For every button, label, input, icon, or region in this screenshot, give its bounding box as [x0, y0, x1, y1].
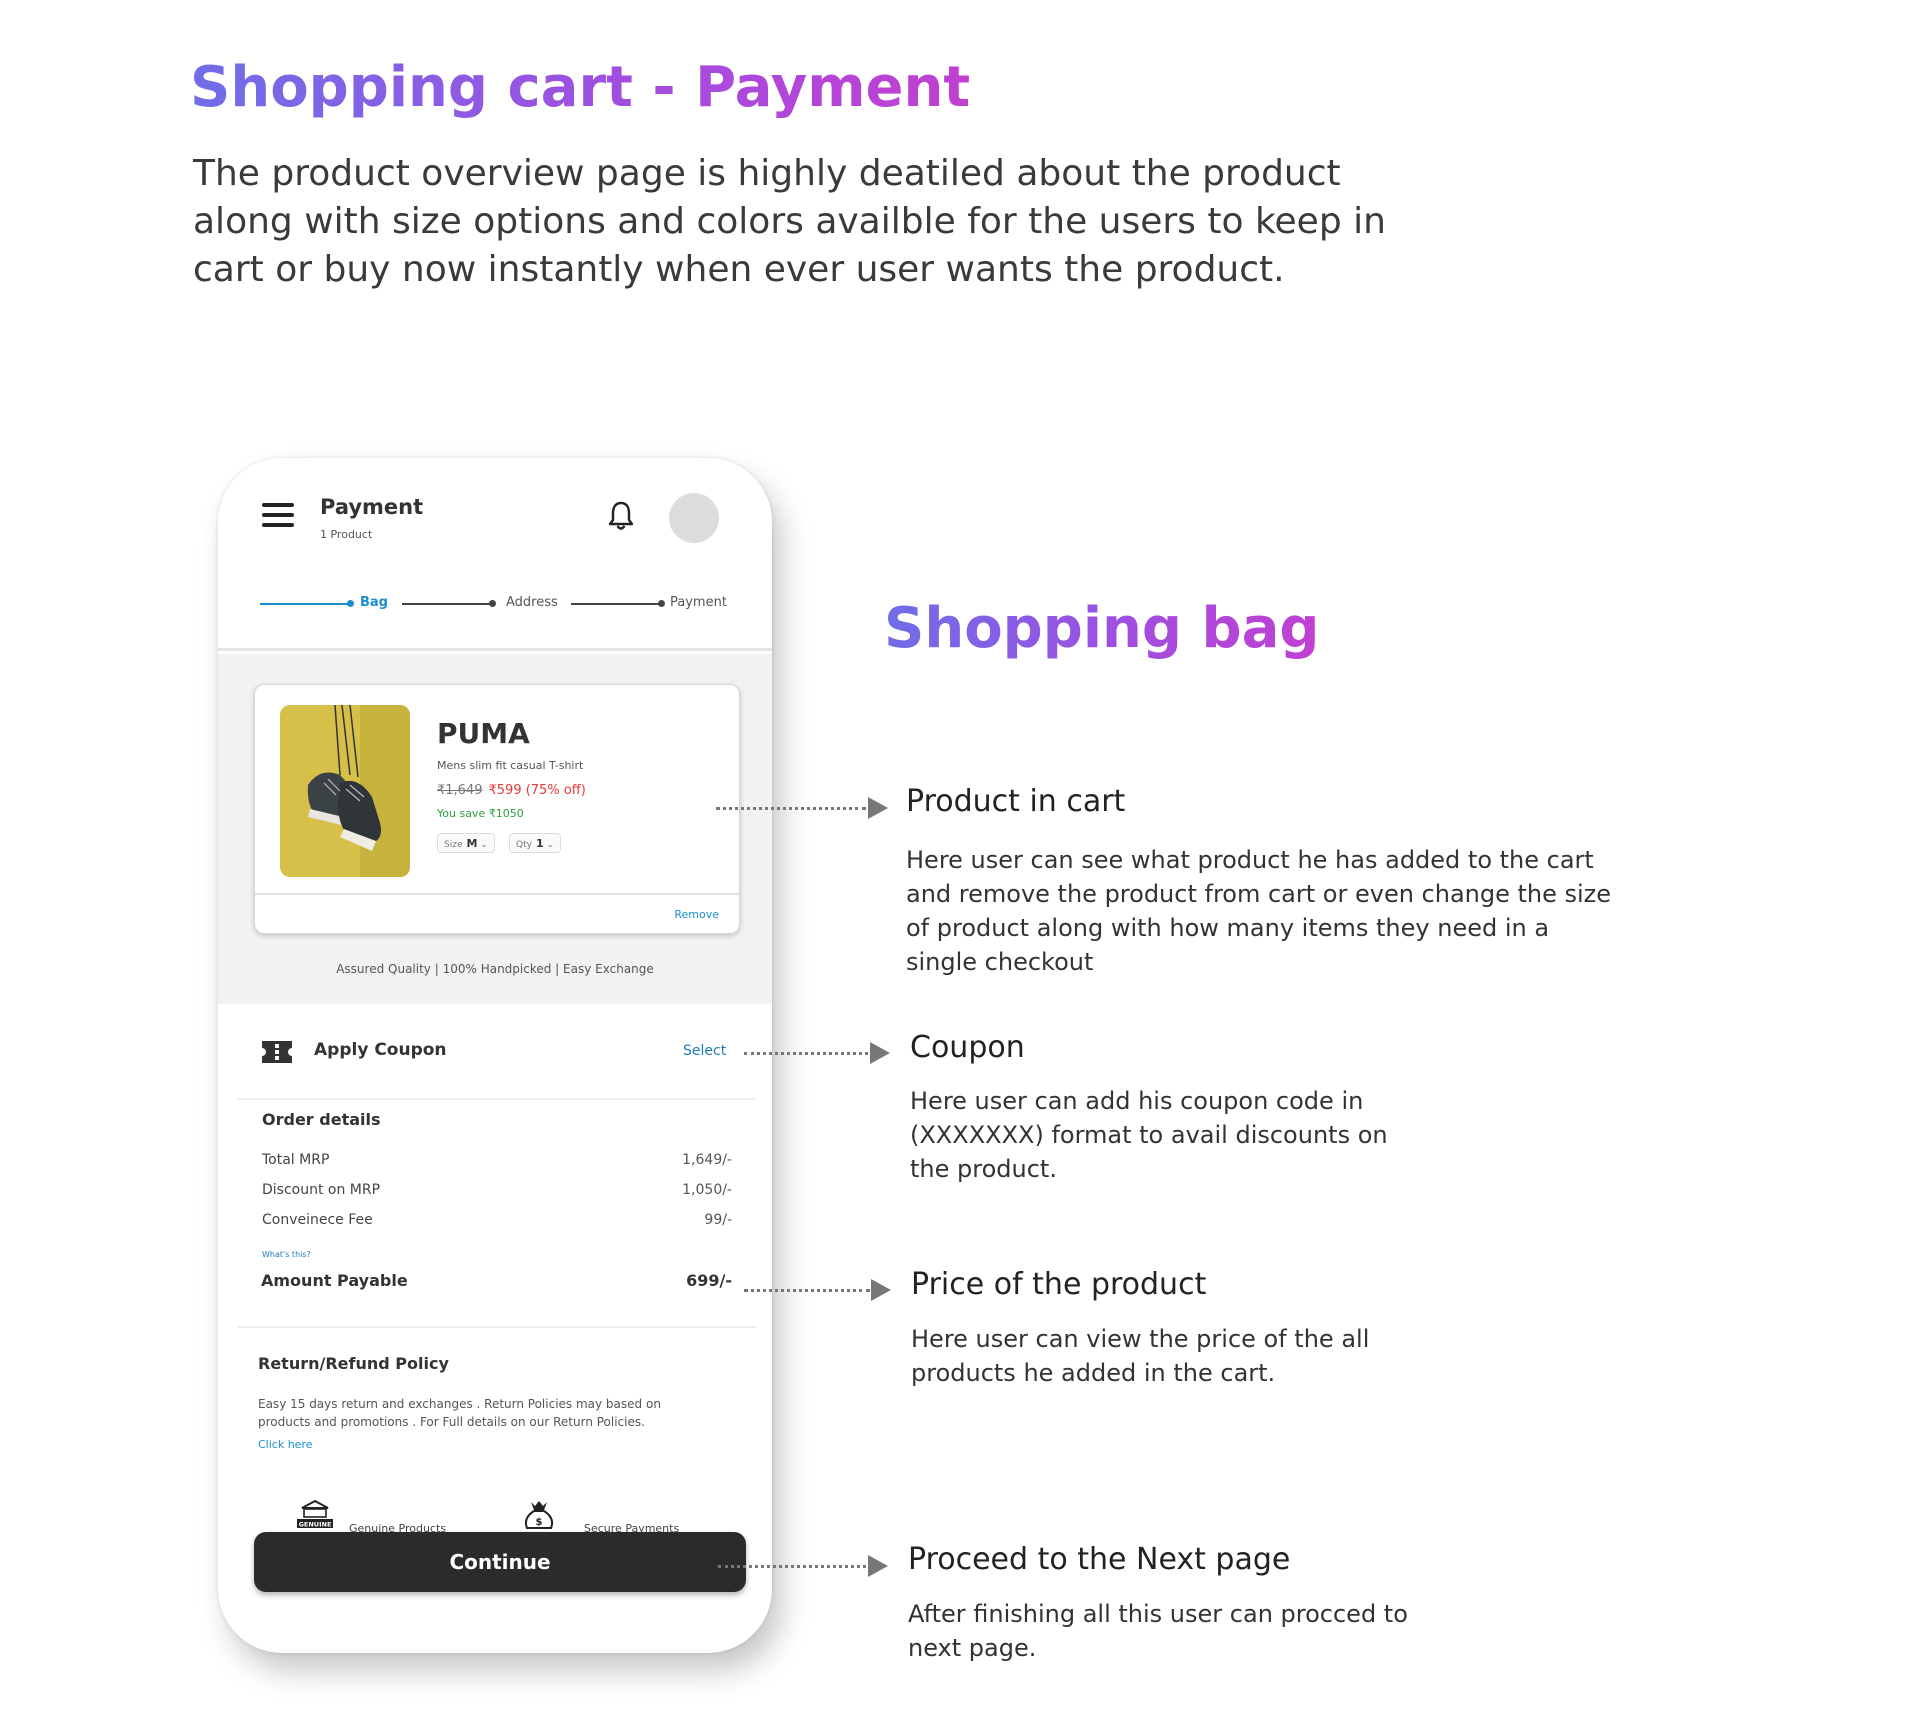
annotation-body-price: Here user can view the price of the all …	[911, 1325, 1370, 1387]
connector-line	[716, 807, 866, 810]
product-brand: PUMA	[437, 717, 530, 750]
arrow-icon	[868, 1555, 888, 1577]
continue-button[interactable]: Continue	[254, 1532, 746, 1592]
step-bag[interactable]: Bag	[360, 595, 388, 610]
annotation-title-product: Product in cart	[906, 784, 1126, 819]
qty-label: Qty	[516, 840, 532, 850]
order-details-title: Order details	[262, 1110, 381, 1129]
bell-icon[interactable]	[607, 500, 635, 532]
connector-line	[718, 1565, 866, 1568]
annotation-title-coupon: Coupon	[910, 1030, 1025, 1065]
stepper-dot-address	[489, 600, 496, 607]
step-payment[interactable]: Payment	[670, 595, 727, 610]
arrow-icon	[870, 1042, 890, 1064]
arrow-icon	[871, 1279, 891, 1301]
coupon-select-link[interactable]: Select	[683, 1043, 726, 1059]
product-image	[280, 705, 410, 877]
intro-paragraph: The product overview page is highly deat…	[193, 153, 1386, 290]
size-value: M	[466, 837, 478, 850]
policy-text: Easy 15 days return and exchanges . Retu…	[258, 1397, 661, 1429]
checkout-stepper: Bag Address Payment	[260, 594, 740, 614]
money-bag-icon: $	[524, 1501, 554, 1529]
stepper-line-address	[402, 603, 492, 605]
product-name: Mens slim fit casual T-shirt	[437, 759, 584, 772]
amount-payable-row: Amount Payable 699/-	[261, 1271, 732, 1290]
policy-title: Return/Refund Policy	[258, 1354, 449, 1373]
whats-this-link[interactable]: What's this?	[262, 1250, 311, 1259]
assurance-text: Assured Quality | 100% Handpicked | Easy…	[336, 962, 654, 976]
remove-button[interactable]: Remove	[674, 908, 719, 921]
section-title: Shopping bag	[884, 596, 1320, 661]
order-row-label: Discount on MRP	[262, 1182, 381, 1198]
order-row-label: Total MRP	[262, 1152, 330, 1168]
size-select[interactable]: Size M ⌄	[437, 833, 495, 853]
order-row-total-mrp: Total MRP 1,649/-	[262, 1152, 732, 1168]
genuine-badge-text: GENUINE	[299, 1521, 332, 1529]
policy-link[interactable]: Click here	[258, 1438, 313, 1451]
price-row: ₹1,649 ₹599 (75% off)	[437, 783, 586, 798]
genuine-badge-icon: GENUINE	[297, 1499, 333, 1529]
step-address[interactable]: Address	[506, 595, 558, 610]
divider	[238, 1098, 756, 1100]
savings-text: You save ₹1050	[437, 807, 524, 820]
price-discounted: ₹599 (75% off)	[488, 783, 586, 798]
annotation-body-proceed: After finishing all this user can procce…	[908, 1600, 1408, 1662]
card-divider	[255, 893, 739, 895]
order-row-label: Conveinece Fee	[262, 1212, 373, 1228]
amount-payable-label: Amount Payable	[261, 1271, 408, 1290]
annotation-body-product: Here user can see what product he has ad…	[906, 846, 1612, 976]
phone-mockup: Payment 1 Product Bag Address Payment PU…	[218, 458, 772, 1653]
qty-select[interactable]: Qty 1 ⌄	[509, 833, 562, 853]
size-label: Size	[444, 840, 463, 850]
avatar[interactable]	[669, 493, 719, 543]
coupon-icon	[262, 1041, 292, 1063]
arrow-icon	[868, 797, 888, 819]
stepper-dot-bag	[347, 600, 354, 607]
connector-line	[744, 1052, 868, 1055]
annotation-title-price: Price of the product	[911, 1267, 1207, 1302]
menu-icon[interactable]	[262, 503, 294, 527]
chevron-down-icon: ⌄	[543, 840, 555, 850]
amount-payable-value: 699/-	[686, 1271, 732, 1290]
order-row-value: 1,649/-	[682, 1152, 732, 1168]
product-card: PUMA Mens slim fit casual T-shirt ₹1,649…	[254, 684, 740, 934]
divider	[238, 1326, 756, 1328]
price-original: ₹1,649	[437, 783, 483, 798]
connector-line	[744, 1289, 870, 1292]
header-subtitle: 1 Product	[320, 528, 373, 541]
order-row-discount: Discount on MRP 1,050/-	[262, 1182, 732, 1198]
order-row-value: 99/-	[704, 1212, 732, 1228]
header-title: Payment	[320, 495, 424, 519]
annotation-title-proceed: Proceed to the Next page	[908, 1542, 1291, 1577]
chevron-down-icon: ⌄	[477, 840, 488, 850]
page-title: Shopping cart - Payment	[190, 55, 971, 120]
apply-coupon-label: Apply Coupon	[314, 1040, 447, 1060]
qty-value: 1	[535, 837, 544, 850]
stepper-dot-payment	[658, 600, 665, 607]
order-row-value: 1,050/-	[682, 1182, 732, 1198]
svg-text:$: $	[536, 1517, 543, 1528]
annotation-body-coupon: Here user can add his coupon code in (XX…	[910, 1087, 1388, 1183]
stepper-line-payment	[571, 603, 661, 605]
stepper-line-bag	[260, 603, 350, 605]
app-header: Payment 1 Product Bag Address Payment	[218, 458, 772, 651]
cart-section: PUMA Mens slim fit casual T-shirt ₹1,649…	[218, 654, 772, 1004]
order-row-fee: Conveinece Fee 99/-	[262, 1212, 732, 1228]
